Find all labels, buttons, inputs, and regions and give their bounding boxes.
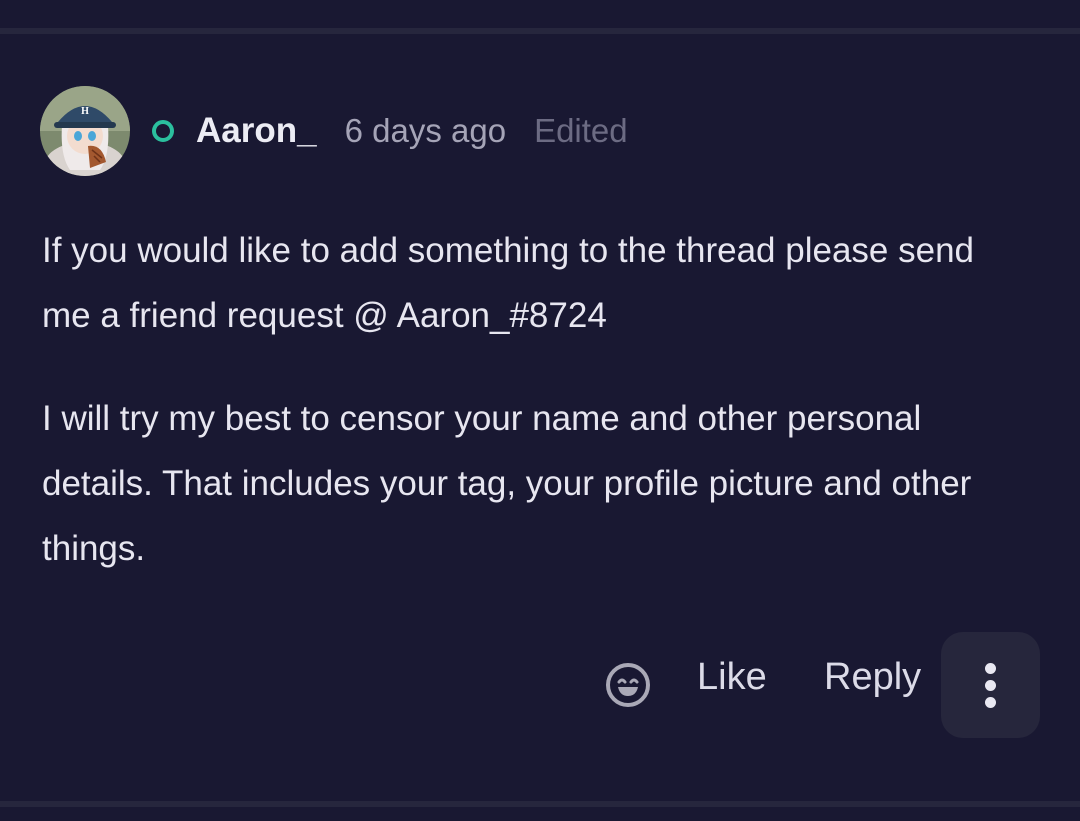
more-vertical-icon bbox=[985, 662, 996, 674]
comment-paragraph: I will try my best to censor your name a… bbox=[42, 399, 972, 568]
author-name[interactable]: Aaron_ bbox=[196, 111, 317, 151]
add-reaction-button[interactable] bbox=[604, 661, 652, 709]
bottom-divider bbox=[0, 801, 1080, 807]
reply-button[interactable]: Reply bbox=[824, 656, 921, 699]
comment-actions: Like Reply bbox=[0, 632, 1080, 738]
comment-paragraph: If you would like to add something to th… bbox=[42, 231, 974, 335]
top-divider bbox=[0, 28, 1080, 34]
comment-header: H Aaron_ 6 days ago Edited bbox=[40, 86, 628, 176]
svg-text:H: H bbox=[81, 106, 89, 117]
smiley-face-icon bbox=[606, 663, 650, 707]
edited-label: Edited bbox=[534, 112, 628, 149]
online-status-icon bbox=[152, 120, 174, 142]
more-options-button[interactable] bbox=[941, 632, 1040, 738]
comment-body: If you would like to add something to th… bbox=[42, 218, 1032, 619]
post-timestamp: 6 days ago bbox=[344, 112, 507, 149]
anime-avatar-icon: H bbox=[40, 86, 130, 176]
avatar[interactable]: H bbox=[40, 86, 130, 176]
like-button[interactable]: Like bbox=[697, 656, 767, 699]
